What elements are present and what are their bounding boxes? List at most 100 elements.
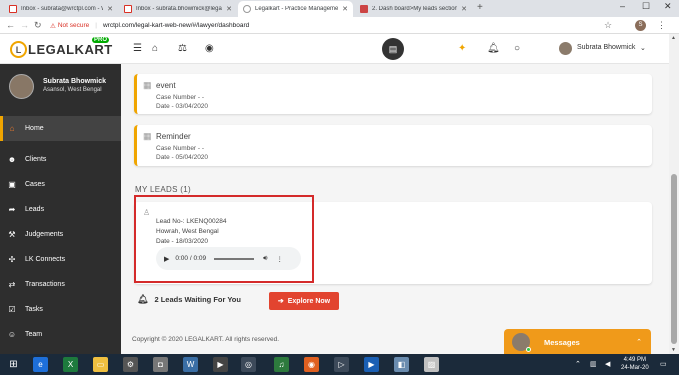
calendar-icon: ▦ [143,131,152,141]
chrome-icon[interactable]: ◎ [241,357,256,372]
tab-title: Inbox - subrata.bhowmick@legalk... [136,6,223,12]
settings-icon[interactable]: ⚙ [123,357,138,372]
media-icon[interactable]: ▶ [213,357,228,372]
firefox-icon[interactable]: ◉ [304,357,319,372]
close-icon[interactable]: ✕ [107,5,113,13]
sidebar-profile: Subrata Bhowmick Asansol, West Bengal [0,64,121,110]
profile-location: Asansol, West Bengal [43,87,102,93]
forward-icon[interactable]: → [20,20,29,30]
scroll-up-icon[interactable]: ▲ [671,35,676,41]
system-clock[interactable]: 4:49 PM 24-Mar-20 [621,356,649,372]
rss-icon[interactable]: ◉ [205,43,214,54]
messages-label: Messages [544,337,580,347]
warning-icon: ⚠ [50,22,56,30]
team-icon: ☺ [7,330,17,339]
id-card-button[interactable]: ▤ [382,38,404,60]
close-icon[interactable]: ✕ [226,5,232,13]
messages-widget[interactable]: Messages ⌃ [504,329,651,355]
page-scrollbar[interactable]: ▲ ▼ [669,34,679,354]
sidebar-item-judgements[interactable]: ⚒ Judgements [0,222,121,247]
close-icon[interactable]: ✕ [342,5,348,13]
sidebar-item-leads[interactable]: ➦ Leads [0,197,121,222]
url-field[interactable]: ⚠ Not secure | wrctpl.com/legal-kart-web… [50,19,620,32]
sidebar-item-clients[interactable]: ☻ Clients [0,147,121,172]
highlight-box [134,195,314,283]
home-icon[interactable]: ⌂ [152,43,158,54]
browser-tab[interactable]: 2. Dash board>My leads section... ✕ [355,1,472,17]
tasks-icon: ☑ [8,305,16,314]
tab-title: Legalkart - Practice Management... [255,6,339,12]
close-icon[interactable]: ✕ [461,5,467,13]
search-icon[interactable]: ○ [514,43,520,54]
profile-name: Subrata Bhowmick [43,78,107,85]
profile-avatar[interactable]: S [635,20,646,31]
scroll-down-icon[interactable]: ▼ [671,347,676,353]
legalkart-icon [243,5,251,13]
ie-icon[interactable]: e [33,357,48,372]
app-icon[interactable]: ▨ [424,357,439,372]
music-icon[interactable]: ♫ [274,357,289,372]
divider: | [95,22,97,29]
leads-icon: ➦ [8,205,16,214]
notification-icon[interactable]: ▭ [660,360,667,368]
browser-tab[interactable]: Inbox - subrata@wrctpl.com - Wr... ✕ [4,1,118,17]
explorer-icon[interactable]: ◧ [394,357,409,372]
security-label: Not secure [57,22,90,29]
section-title: MY LEADS (1) [135,185,191,194]
reload-icon[interactable]: ↻ [34,20,42,31]
lightbulb-icon[interactable]: ✦ [458,43,466,54]
user-name[interactable]: Subrata Bhowmick [577,44,635,51]
sidebar-item-label: Cases [25,181,45,188]
court-icon[interactable]: ⚖ [178,43,187,54]
windows-start-icon[interactable]: ⊞ [6,357,21,372]
scroll-thumb[interactable] [671,174,677,344]
network-tray-icon[interactable]: ▥ [590,360,597,368]
bell-icon[interactable]: 🔔︎ [487,43,500,54]
event-case-number: Case Number - - [156,145,205,152]
excel-icon[interactable]: X [63,357,78,372]
camera-icon[interactable]: ◘ [153,357,168,372]
maximize-button[interactable]: ☐ [642,1,650,12]
store-icon[interactable]: ▶ [364,357,379,372]
event-title: event [156,81,176,90]
word-icon[interactable]: W [183,357,198,372]
sidebar-item-home[interactable]: ⌂ Home [0,116,121,141]
legalkart-logo[interactable]: L LEGALKART PRO [10,37,113,58]
reminder-card[interactable]: ▦ Reminder Case Number - - Date - 05/04/… [134,125,652,166]
explore-now-button[interactable]: ➔ Explore Now [269,292,339,310]
sidebar-item-label: Team [25,331,43,338]
dashboard-icon [360,5,368,13]
new-tab-button[interactable]: + [477,2,483,13]
sidebar-item-cases[interactable]: ▣ Cases [0,172,121,197]
browser-menu-icon[interactable]: ⋮ [657,20,666,31]
user-avatar[interactable] [559,42,572,55]
sidebar-item-tasks[interactable]: ☑ Tasks [0,297,121,322]
tray-chevron-icon[interactable]: ⌃ [575,360,581,368]
chevron-up-icon[interactable]: ⌃ [636,338,642,346]
online-indicator [526,347,531,352]
minimize-button[interactable]: – [620,1,625,11]
gmail-icon [124,5,132,13]
sidebar-item-team[interactable]: ☺ Team [0,322,121,347]
event-card[interactable]: ▦ event Case Number - - Date - 03/04/202… [134,74,652,114]
gmail-icon [9,5,17,13]
folder-icon[interactable]: ▭ [93,357,108,372]
sidebar-item-transactions[interactable]: ⇄ Transactions [0,272,121,297]
browser-tab[interactable]: Inbox - subrata.bhowmick@legalk... ✕ [119,1,237,17]
sidebar-item-lk-connects[interactable]: ✣ LK Connects [0,247,121,272]
video-icon[interactable]: ▷ [334,357,349,372]
sidebar-item-label: LK Connects [25,256,66,263]
volume-tray-icon[interactable]: ◀ [605,360,610,368]
menu-icon[interactable]: ☰ [133,43,142,54]
browser-tab-active[interactable]: Legalkart - Practice Management... ✕ [238,1,353,17]
back-icon[interactable]: ← [6,20,15,30]
briefcase-icon: ▣ [8,180,16,189]
chevron-down-icon[interactable]: ⌄ [640,44,646,52]
sidebar-item-label: Leads [25,206,45,213]
close-window-button[interactable]: ✕ [664,1,672,12]
sidebar-item-label: Clients [25,156,47,163]
leads-waiting-text: 2 Leads Waiting For You [154,295,241,304]
bookmark-star-icon[interactable]: ☆ [604,20,612,31]
tab-title: 2. Dash board>My leads section... [372,6,458,12]
sidebar: Subrata Bhowmick Asansol, West Bengal ⌂ … [0,64,121,354]
